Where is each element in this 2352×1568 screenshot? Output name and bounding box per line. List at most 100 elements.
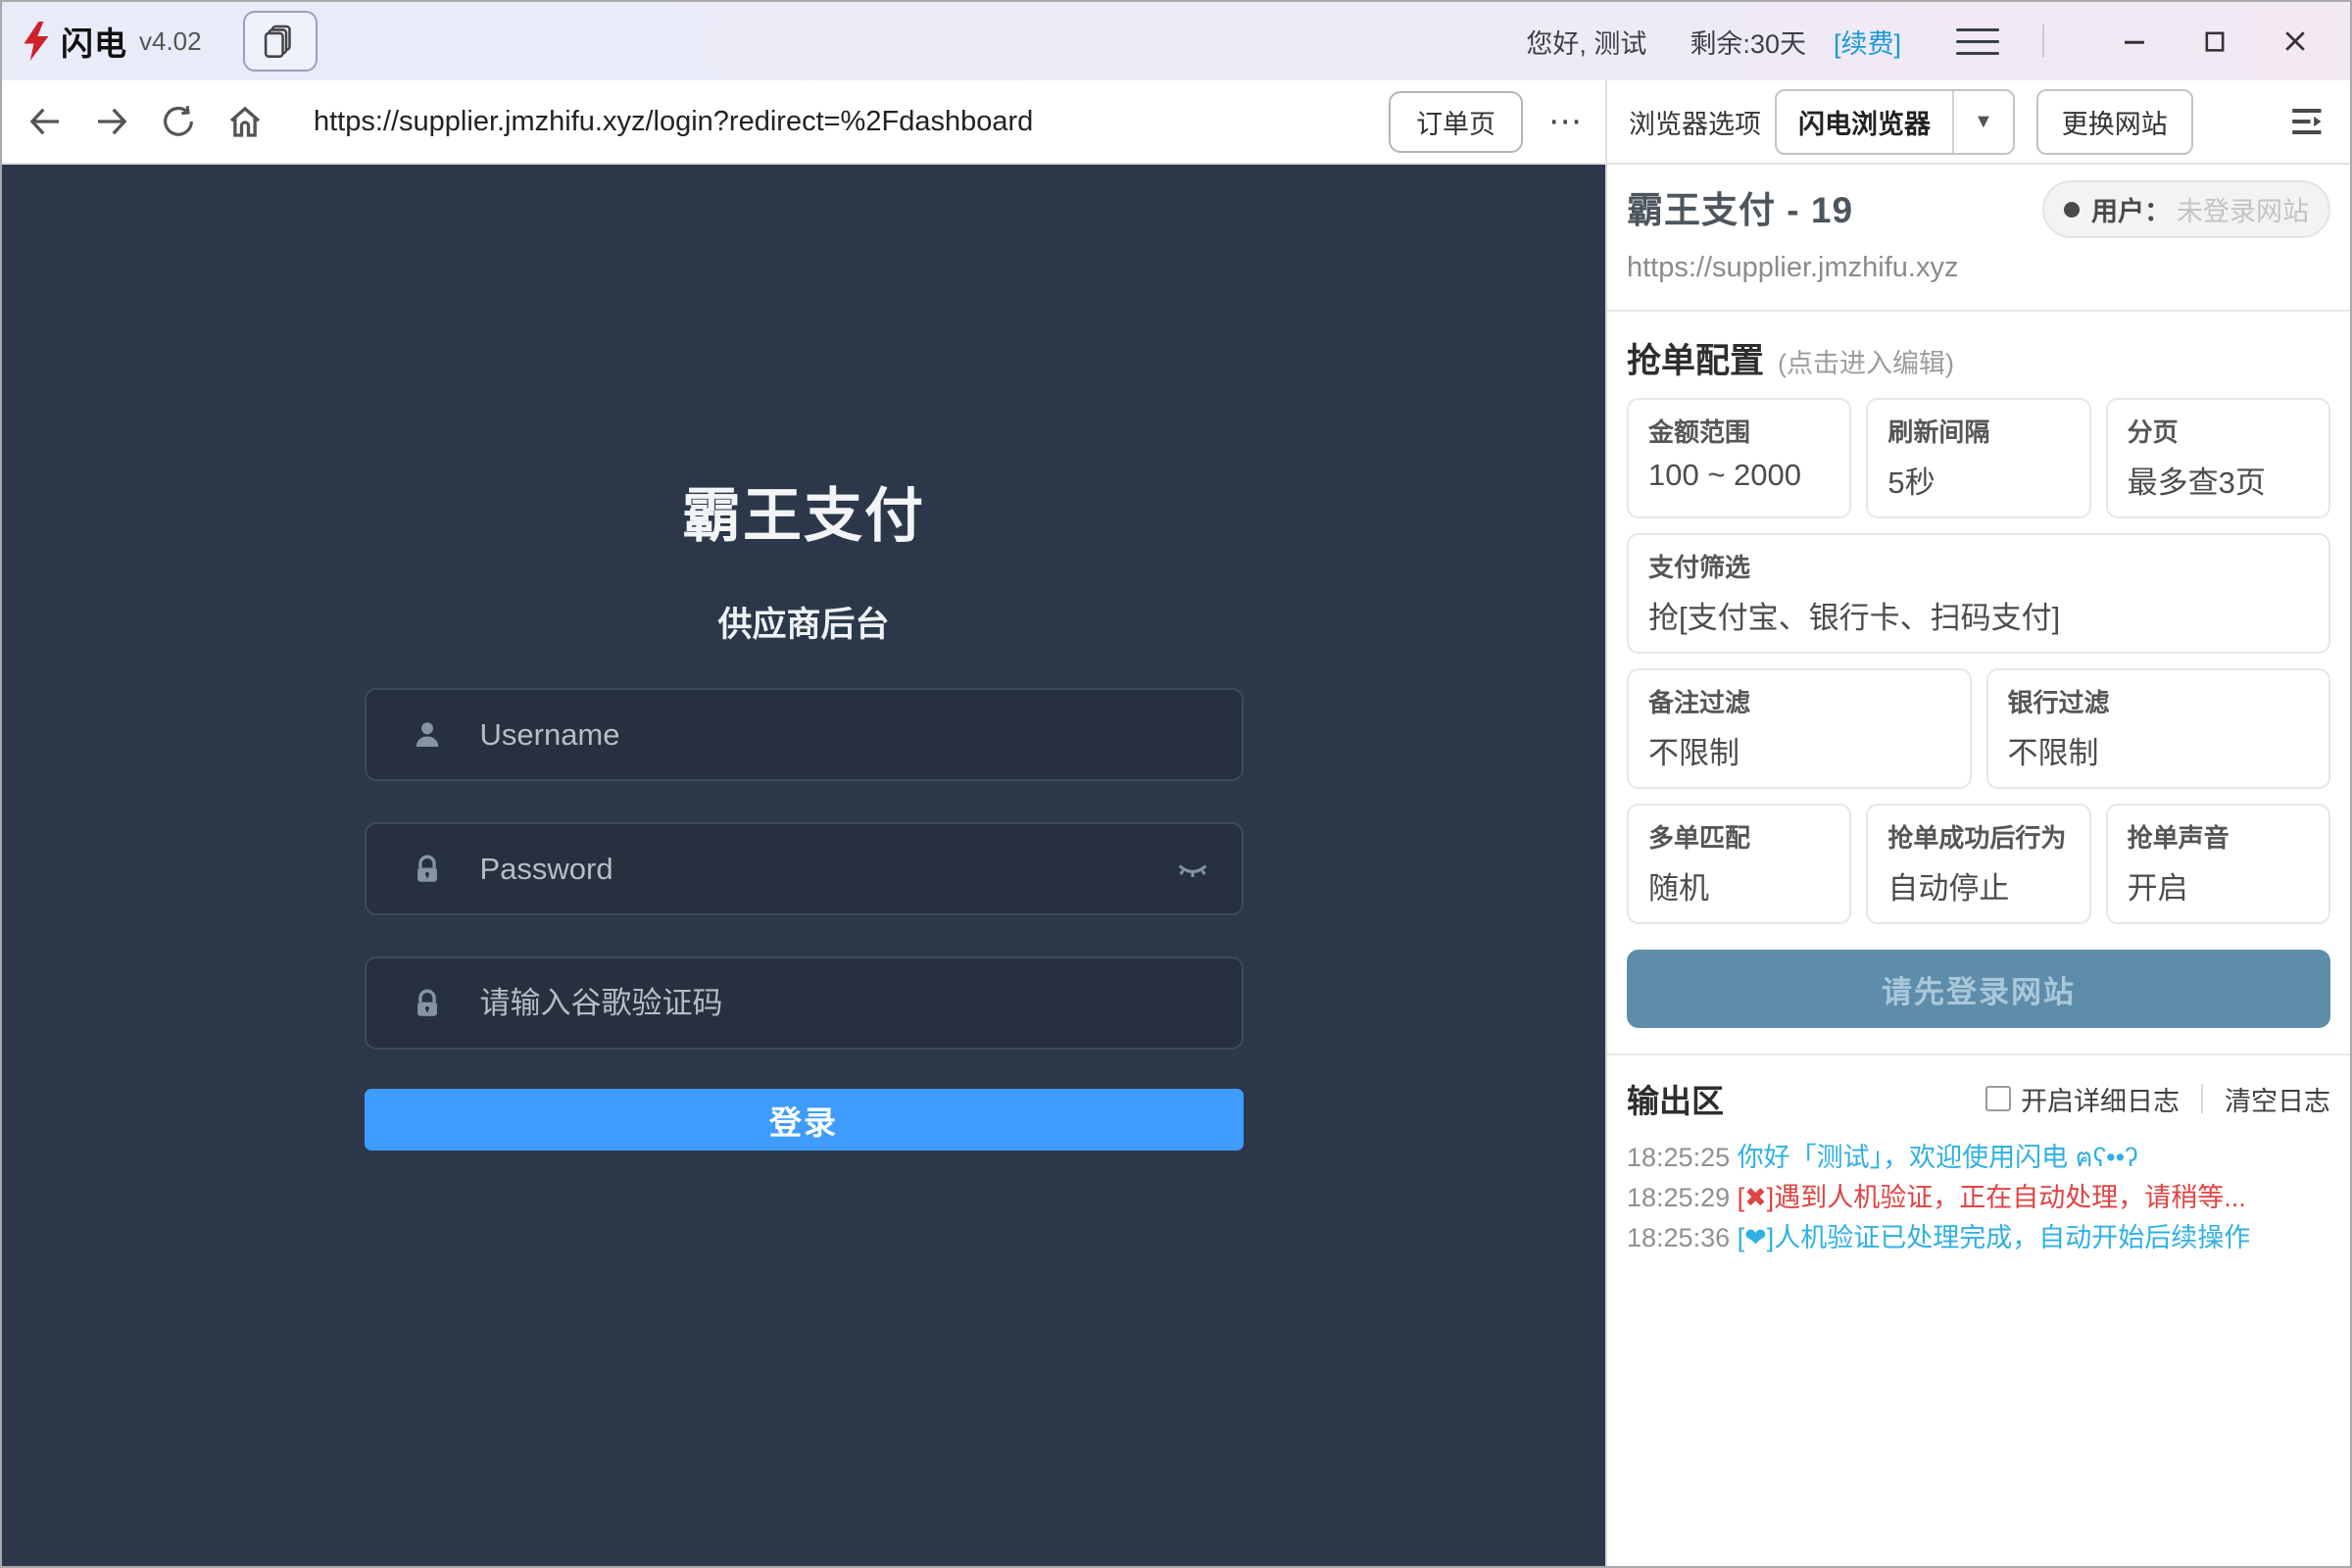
sidebar-header: 浏览器选项 闪电浏览器 ▼ 更换网站 bbox=[1607, 80, 2350, 163]
minimize-icon bbox=[2120, 26, 2149, 56]
switch-site-button[interactable]: 更换网站 bbox=[2036, 89, 2193, 155]
log-line: 18:25:25 你好「测试」，欢迎使用闪电 ฅʕ••ʔ bbox=[1627, 1138, 2330, 1178]
browser-select[interactable]: 闪电浏览器 ▼ bbox=[1775, 89, 2015, 155]
lock-icon bbox=[408, 986, 447, 1021]
config-card-refresh-interval[interactable]: 刷新间隔 5秒 bbox=[1866, 398, 2090, 518]
more-menu-icon[interactable]: ⋯ bbox=[1548, 102, 1584, 141]
maximize-button[interactable] bbox=[2185, 16, 2244, 67]
home-button[interactable] bbox=[220, 96, 270, 147]
config-row-3: 备注过滤 不限制 银行过滤 不限制 bbox=[1627, 668, 2330, 789]
google-code-input[interactable] bbox=[480, 986, 1212, 1021]
greeting-text: 您好, 测试 bbox=[1526, 23, 1646, 61]
log-line: 18:25:36 [❤]人机验证已处理完成，自动开始后续操作 bbox=[1627, 1218, 2330, 1258]
card-label: 金额范围 bbox=[1648, 413, 1830, 449]
card-label: 备注过滤 bbox=[1648, 683, 1950, 719]
reload-button[interactable] bbox=[153, 96, 204, 147]
app-name: 闪电 bbox=[61, 18, 127, 65]
forward-button[interactable] bbox=[86, 96, 137, 147]
config-card-payment-filter[interactable]: 支付筛选 抢[支付宝、银行卡、扫码支付] bbox=[1627, 533, 2330, 654]
order-page-button[interactable]: 订单页 bbox=[1389, 91, 1523, 153]
divider bbox=[1607, 310, 2350, 312]
log-area: 18:25:25 你好「测试」，欢迎使用闪电 ฅʕ••ʔ 18:25:29 [✖… bbox=[1627, 1138, 2330, 1258]
titlebar: 闪电 v4.02 您好, 测试 剩余:30天 [续费] bbox=[2, 2, 2350, 80]
config-row-2: 支付筛选 抢[支付宝、银行卡、扫码支付] bbox=[1627, 533, 2330, 654]
minimize-button[interactable] bbox=[2105, 16, 2164, 67]
login-form: 霸王支付 供应商后台 bbox=[365, 165, 1244, 1151]
card-value: 最多查3页 bbox=[2128, 458, 2309, 502]
user-status-badge: 用户： 未登录网站 bbox=[2042, 180, 2330, 238]
home-icon bbox=[224, 101, 266, 142]
verbose-log-toggle[interactable]: 开启详细日志 bbox=[1985, 1080, 2180, 1118]
config-edit-hint: (点击进入编辑) bbox=[1778, 342, 1954, 380]
card-value: 100 ~ 2000 bbox=[1648, 458, 1830, 493]
control-sidebar: 霸王支付 - 19 用户： 未登录网站 https://supplier.jmz… bbox=[1607, 165, 2350, 1566]
config-card-pagination[interactable]: 分页 最多查3页 bbox=[2106, 398, 2330, 518]
password-field-wrap bbox=[365, 822, 1244, 915]
back-button[interactable] bbox=[20, 96, 71, 147]
card-value: 自动停止 bbox=[1887, 863, 2069, 907]
card-label: 银行过滤 bbox=[2008, 683, 2310, 719]
config-card-remark-filter[interactable]: 备注过滤 不限制 bbox=[1627, 668, 1972, 789]
config-card-amount-range[interactable]: 金额范围 100 ~ 2000 bbox=[1627, 398, 1851, 518]
main-content: 霸王支付 供应商后台 bbox=[2, 165, 2350, 1566]
close-button[interactable] bbox=[2266, 16, 2325, 67]
output-header: 输出区 开启详细日志 清空日志 bbox=[1627, 1075, 2330, 1122]
card-label: 刷新间隔 bbox=[1887, 413, 2069, 449]
login-required-button[interactable]: 请先登录网站 bbox=[1627, 950, 2330, 1028]
config-section-header[interactable]: 抢单配置 (点击进入编辑) bbox=[1627, 333, 2330, 383]
page-subtitle: 供应商后台 bbox=[365, 597, 1244, 647]
config-card-multi-order-match[interactable]: 多单匹配 随机 bbox=[1627, 804, 1851, 924]
card-label: 分页 bbox=[2128, 413, 2309, 449]
browser-toolbar: https://supplier.jmzhifu.xyz/login?redir… bbox=[2, 80, 1607, 163]
app-menu-icon[interactable] bbox=[1956, 22, 1999, 61]
close-icon bbox=[2280, 26, 2310, 56]
titlebar-left: 闪电 v4.02 bbox=[22, 11, 318, 72]
chevron-down-icon[interactable]: ▼ bbox=[1952, 91, 2013, 153]
lightning-logo-icon bbox=[22, 22, 51, 61]
config-row-1: 金额范围 100 ~ 2000 刷新间隔 5秒 分页 最多查3页 bbox=[1627, 398, 2330, 518]
config-card-grab-sound[interactable]: 抢单声音 开启 bbox=[2106, 804, 2330, 924]
browser-select-value: 闪电浏览器 bbox=[1777, 91, 1952, 153]
card-label: 抢单声音 bbox=[2128, 818, 2309, 855]
divider bbox=[1607, 1054, 2350, 1055]
panel-toggle-button[interactable] bbox=[2283, 100, 2327, 143]
forward-arrow-icon bbox=[91, 101, 132, 142]
log-line: 18:25:29 [✖]遇到人机验证，正在自动处理，请稍等... bbox=[1627, 1178, 2330, 1218]
renew-link[interactable]: [续费] bbox=[1834, 23, 1901, 61]
panel-toggle-icon bbox=[2283, 100, 2327, 143]
toggle-password-visibility-button[interactable] bbox=[1173, 850, 1212, 889]
google-code-field-wrap bbox=[365, 956, 1244, 1050]
log-message: [❤]人机验证已处理完成，自动开始后续操作 bbox=[1738, 1223, 2251, 1252]
user-status: 未登录网站 bbox=[2177, 190, 2309, 228]
header-separator bbox=[2201, 1084, 2203, 1113]
page-title: 霸王支付 bbox=[365, 468, 1244, 554]
app-version: v4.02 bbox=[139, 26, 202, 57]
config-card-bank-filter[interactable]: 银行过滤 不限制 bbox=[1986, 668, 2331, 789]
url-bar[interactable]: https://supplier.jmzhifu.xyz/login?redir… bbox=[314, 106, 1369, 138]
card-value: 抢[支付宝、银行卡、扫码支付] bbox=[1648, 593, 2309, 637]
toolbar-row: https://supplier.jmzhifu.xyz/login?redir… bbox=[2, 80, 2350, 165]
clear-log-button[interactable]: 清空日志 bbox=[2225, 1080, 2330, 1118]
card-value: 开启 bbox=[2128, 863, 2309, 907]
output-title: 输出区 bbox=[1627, 1075, 1724, 1122]
browser-options-label: 浏览器选项 bbox=[1629, 103, 1761, 141]
webview-login-page: 霸王支付 供应商后台 bbox=[2, 165, 1607, 1566]
password-input[interactable] bbox=[480, 852, 1173, 887]
username-field-wrap bbox=[365, 688, 1244, 781]
lock-icon bbox=[408, 852, 447, 887]
site-url: https://supplier.jmzhifu.xyz bbox=[1627, 252, 2330, 284]
log-time: 18:25:25 bbox=[1627, 1143, 1730, 1172]
config-title: 抢单配置 bbox=[1627, 333, 1764, 383]
card-value: 不限制 bbox=[1648, 728, 1950, 772]
days-remaining: 剩余:30天 bbox=[1690, 23, 1806, 61]
login-button[interactable]: 登录 bbox=[365, 1089, 1244, 1151]
reload-icon bbox=[159, 102, 198, 141]
config-card-after-success-action[interactable]: 抢单成功后行为 自动停止 bbox=[1866, 804, 2090, 924]
verbose-log-checkbox[interactable] bbox=[1985, 1086, 2011, 1111]
username-input[interactable] bbox=[480, 717, 1212, 753]
tabs-button[interactable] bbox=[243, 11, 318, 72]
status-dot-icon bbox=[2064, 202, 2080, 218]
log-message: 你好「测试」，欢迎使用闪电 ฅʕ••ʔ bbox=[1738, 1143, 2138, 1172]
card-value: 随机 bbox=[1648, 863, 1830, 907]
app-window: 闪电 v4.02 您好, 测试 剩余:30天 [续费] bbox=[0, 0, 2352, 1568]
